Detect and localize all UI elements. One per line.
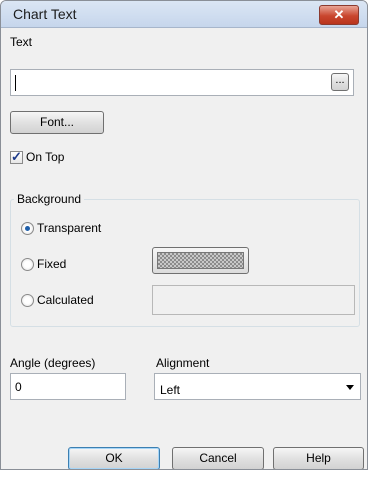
transparent-radio[interactable] bbox=[21, 222, 34, 235]
ok-button-label: OK bbox=[105, 451, 123, 465]
browse-button[interactable]: ... bbox=[331, 73, 349, 91]
fixed-color-button[interactable] bbox=[152, 247, 249, 274]
alignment-label: Alignment bbox=[156, 356, 210, 370]
color-pattern-swatch bbox=[157, 252, 244, 269]
help-button-label: Help bbox=[306, 451, 331, 465]
calculated-field bbox=[152, 285, 355, 315]
browse-button-label: ... bbox=[335, 74, 345, 86]
title-bar[interactable]: Chart Text ✕ bbox=[1, 1, 367, 28]
chevron-down-icon bbox=[346, 385, 354, 390]
angle-input[interactable]: 0 bbox=[10, 373, 126, 400]
on-top-label[interactable]: On Top bbox=[26, 150, 64, 164]
on-top-checkbox[interactable]: ✓ bbox=[10, 149, 23, 164]
radio-selected-dot bbox=[25, 226, 30, 231]
alignment-select[interactable]: Left bbox=[154, 373, 361, 400]
transparent-label[interactable]: Transparent bbox=[37, 221, 101, 235]
close-icon: ✕ bbox=[333, 7, 345, 22]
calculated-label[interactable]: Calculated bbox=[37, 293, 94, 307]
checkmark-icon: ✓ bbox=[11, 149, 22, 164]
cancel-button[interactable]: Cancel bbox=[172, 447, 264, 469]
background-group-legend: Background bbox=[14, 192, 85, 206]
chart-text-dialog: Chart Text ✕ Text ... Font... ✓ On Top B… bbox=[0, 0, 368, 470]
close-button[interactable]: ✕ bbox=[319, 5, 359, 25]
help-button[interactable]: Help bbox=[273, 447, 364, 469]
alignment-value: Left bbox=[160, 383, 181, 397]
font-button-label: Font... bbox=[39, 115, 74, 129]
text-cursor bbox=[15, 75, 16, 91]
angle-label: Angle (degrees) bbox=[10, 356, 96, 370]
fixed-radio[interactable] bbox=[21, 258, 34, 271]
text-input[interactable]: ... bbox=[10, 69, 354, 96]
text-label: Text bbox=[10, 35, 33, 49]
ok-button[interactable]: OK bbox=[68, 447, 160, 469]
calculated-radio[interactable] bbox=[21, 294, 34, 307]
cancel-button-label: Cancel bbox=[199, 451, 237, 465]
angle-value: 0 bbox=[15, 380, 22, 394]
window-title: Chart Text bbox=[13, 6, 77, 22]
font-button[interactable]: Font... bbox=[10, 111, 104, 134]
fixed-label[interactable]: Fixed bbox=[37, 257, 66, 271]
